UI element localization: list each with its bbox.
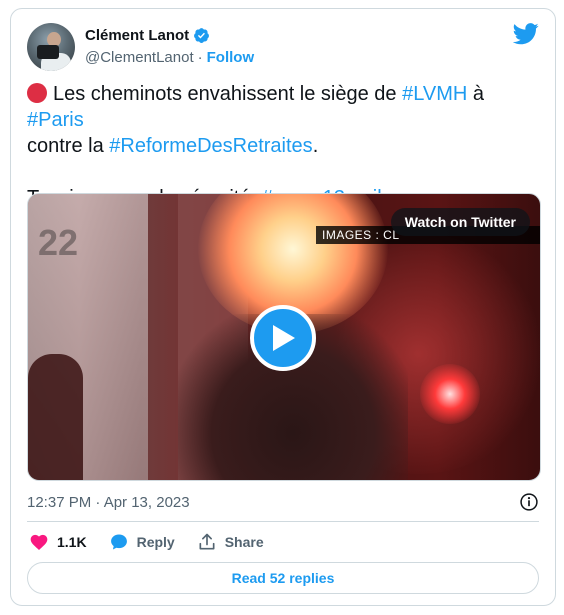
video-scene-flare (420, 364, 480, 424)
follow-link[interactable]: Follow (207, 49, 255, 66)
reply-label: Reply (136, 534, 175, 550)
door-number: 22 (38, 222, 79, 263)
verified-badge-icon (194, 28, 210, 43)
reply-button[interactable]: Reply (109, 532, 175, 552)
share-icon (199, 533, 215, 550)
author-name[interactable]: Clément Lanot (85, 27, 189, 44)
tweet-text-segment: Les cheminots envahissent le siège de (53, 83, 403, 105)
video-thumbnail[interactable]: 22 IMAGES : CL Watch on Twitter (27, 193, 541, 481)
play-icon (273, 325, 295, 351)
info-icon[interactable] (519, 492, 539, 512)
divider (27, 521, 539, 522)
action-bar: 1.1K Reply Share (29, 531, 286, 553)
author-avatar[interactable] (27, 23, 75, 71)
author-handle-line: @ClementLanot · Follow (85, 49, 254, 66)
play-button[interactable] (250, 305, 316, 371)
hashtag-lvmh[interactable]: #LVMH (402, 83, 467, 105)
like-button[interactable]: 1.1K (29, 532, 87, 552)
tweet-header: Clément Lanot @ClementLanot · Follow (27, 23, 539, 75)
separator-dot: · (197, 49, 203, 66)
watch-on-twitter-button[interactable]: Watch on Twitter (390, 208, 530, 236)
red-circle-emoji-icon (27, 83, 47, 103)
tweet-line-2: contre la #ReformeDesRetraites. (27, 133, 542, 159)
twitter-bird-icon[interactable] (513, 23, 539, 45)
timestamp-row: 12:37 PM · Apr 13, 2023 (27, 491, 539, 513)
tweet-card: Clément Lanot @ClementLanot · Follow Les… (10, 8, 556, 606)
tweet-text-segment: . (312, 135, 319, 157)
video-scene-photographer (28, 354, 83, 480)
share-button[interactable]: Share (197, 532, 264, 552)
tweet-text: Les cheminots envahissent le siège de #L… (27, 81, 542, 211)
reply-bubble-icon (110, 534, 127, 550)
tweet-line-1: Les cheminots envahissent le siège de #L… (27, 81, 542, 133)
tweet-timestamp[interactable]: 12:37 PM · Apr 13, 2023 (27, 494, 190, 511)
hashtag-reforme[interactable]: #ReformeDesRetraites (109, 135, 312, 157)
read-replies-button[interactable]: Read 52 replies (27, 562, 539, 594)
share-label: Share (224, 534, 264, 550)
like-count: 1.1K (57, 534, 87, 550)
author-name-line: Clément Lanot (85, 27, 210, 44)
tweet-text-segment: contre la (27, 135, 110, 157)
author-handle[interactable]: @ClementLanot (85, 49, 194, 66)
hashtag-paris[interactable]: #Paris (27, 109, 84, 131)
heart-icon (30, 534, 48, 550)
tweet-text-segment: à (467, 83, 485, 105)
